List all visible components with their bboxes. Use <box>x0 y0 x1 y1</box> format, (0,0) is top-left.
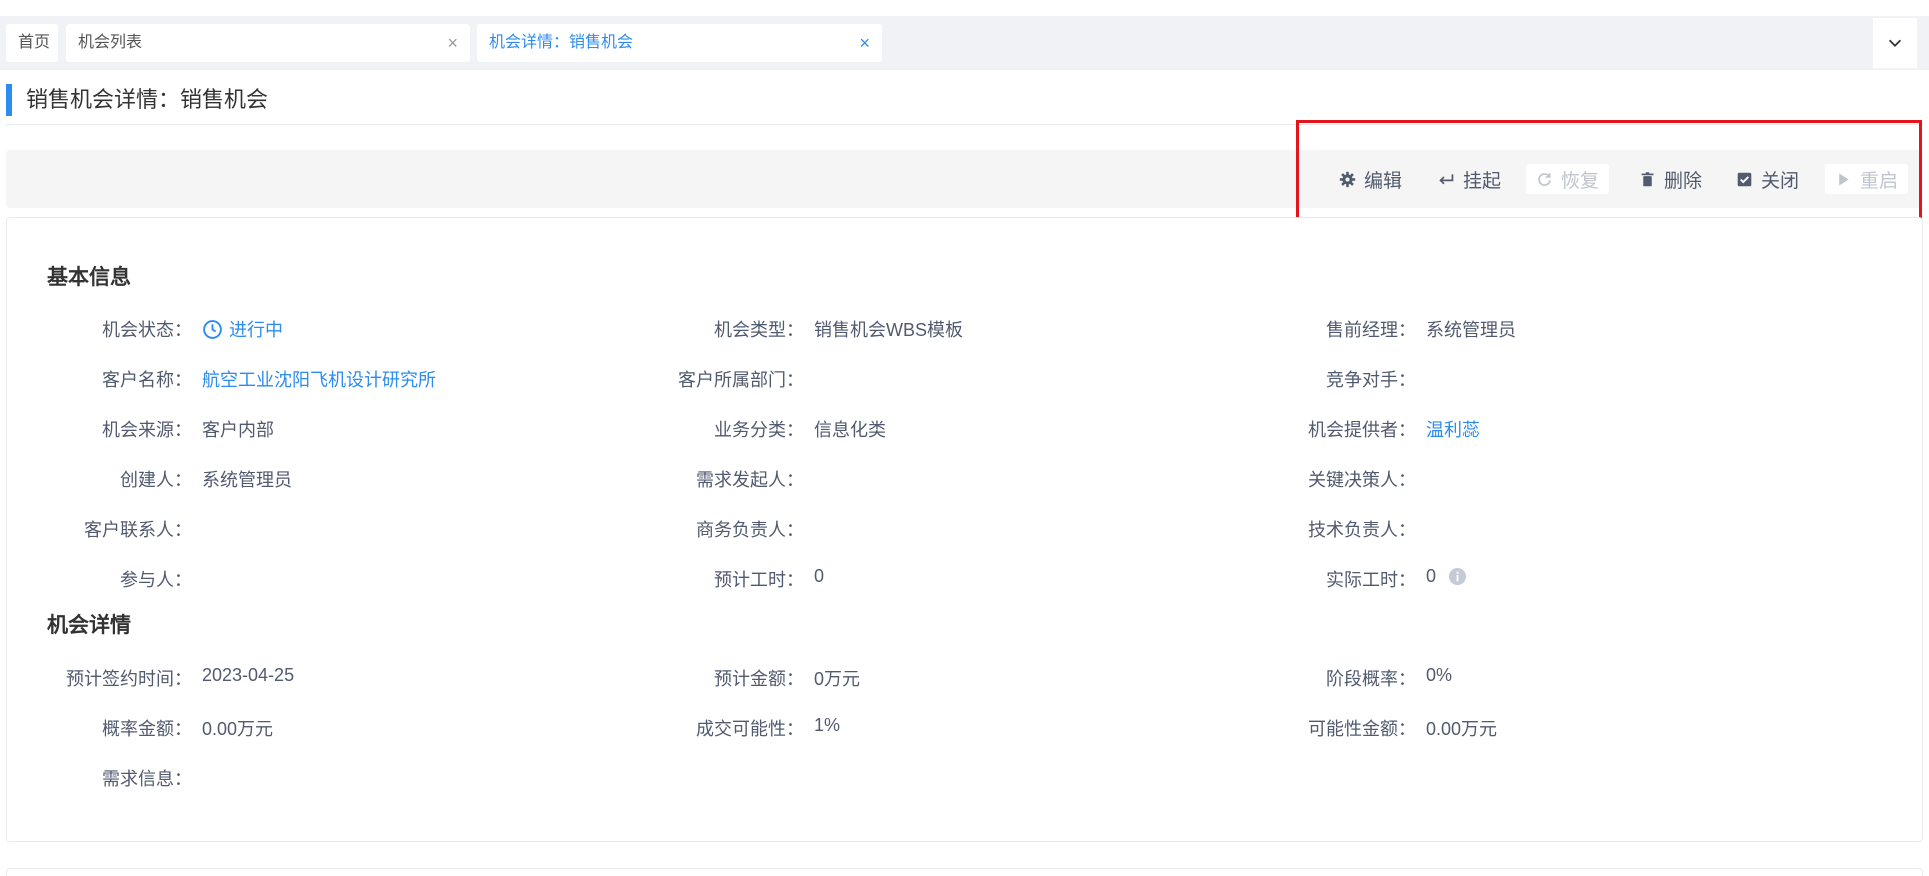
detail-card <box>6 217 1923 842</box>
possible-amount-value: 0.00万元 <box>1426 719 1498 739</box>
creator-label: 创建人： <box>120 470 192 490</box>
close-icon[interactable]: × <box>859 24 870 62</box>
possible-amount-label: 可能性金额： <box>1308 719 1416 739</box>
close-icon[interactable]: × <box>447 24 458 62</box>
tab-label: 首页 <box>18 34 51 51</box>
tab-label: 机会详情：销售机会 <box>489 34 634 51</box>
chevron-down-icon <box>1888 39 1902 47</box>
initiator-label: 需求发起人： <box>696 470 804 490</box>
competitor-label: 竞争对手： <box>1326 370 1416 390</box>
prob-amount-value: 0.00万元 <box>202 719 274 739</box>
highlight-box <box>1296 120 1922 223</box>
participant-label: 参与人： <box>120 570 192 590</box>
provider-label: 机会提供者： <box>1308 420 1416 440</box>
sign-date-value: 2023-04-25 <box>202 665 295 685</box>
source-value: 客户内部 <box>202 420 274 440</box>
deal-prob-label: 成交可能性： <box>696 719 804 739</box>
business-value: 信息化类 <box>814 420 886 440</box>
deal-prob-value: 1% <box>814 715 841 735</box>
sign-date-label: 预计签约时间： <box>66 669 192 689</box>
page-title: 销售机会详情：销售机会 <box>6 84 268 116</box>
act-hours-value: 0 <box>1426 566 1467 587</box>
status-label: 机会状态： <box>102 320 192 340</box>
commerce-label: 商务负责人： <box>696 520 804 540</box>
next-card <box>6 868 1923 876</box>
clock-icon <box>203 319 222 339</box>
source-label: 机会来源： <box>102 420 192 440</box>
act-hours-label: 实际工时： <box>1326 570 1416 590</box>
decision-label: 关键决策人： <box>1308 470 1416 490</box>
presale-value: 系统管理员 <box>1426 320 1516 340</box>
type-value: 销售机会WBS模板 <box>814 320 964 340</box>
status-text: 进行中 <box>229 320 283 340</box>
info-icon[interactable] <box>1448 567 1467 586</box>
stage-prob-value: 0% <box>1426 665 1453 685</box>
tab-bar: 首页 机会列表 × 机会详情：销售机会 × <box>0 16 1929 70</box>
status-value: 进行中 <box>202 316 283 342</box>
est-hours-label: 预计工时： <box>714 570 804 590</box>
est-hours-value: 0 <box>814 566 825 586</box>
type-label: 机会类型： <box>714 320 804 340</box>
tech-label: 技术负责人： <box>1308 520 1416 540</box>
est-amount-label: 预计金额： <box>714 669 804 689</box>
section-title-detail: 机会详情 <box>47 614 131 637</box>
est-amount-value: 0万元 <box>814 669 861 689</box>
tab-opportunity-detail[interactable]: 机会详情：销售机会 × <box>477 24 882 62</box>
dept-label: 客户所属部门： <box>678 370 804 390</box>
tab-dropdown-button[interactable] <box>1873 18 1917 68</box>
customer-label: 客户名称： <box>102 370 192 390</box>
customer-link[interactable]: 航空工业沈阳飞机设计研究所 <box>202 366 436 392</box>
creator-value: 系统管理员 <box>202 470 292 490</box>
contact-label: 客户联系人： <box>84 520 192 540</box>
prob-amount-label: 概率金额： <box>102 719 192 739</box>
presale-label: 售前经理： <box>1326 320 1416 340</box>
tab-home[interactable]: 首页 <box>6 24 58 62</box>
act-hours-text: 0 <box>1426 566 1437 586</box>
provider-link[interactable]: 温利蕊 <box>1426 416 1480 442</box>
demand-label: 需求信息： <box>102 769 192 789</box>
stage-prob-label: 阶段概率： <box>1326 669 1416 689</box>
business-label: 业务分类： <box>714 420 804 440</box>
tab-opportunity-list[interactable]: 机会列表 × <box>66 24 470 62</box>
section-title-basic: 基本信息 <box>47 266 131 289</box>
tab-label: 机会列表 <box>78 34 143 51</box>
